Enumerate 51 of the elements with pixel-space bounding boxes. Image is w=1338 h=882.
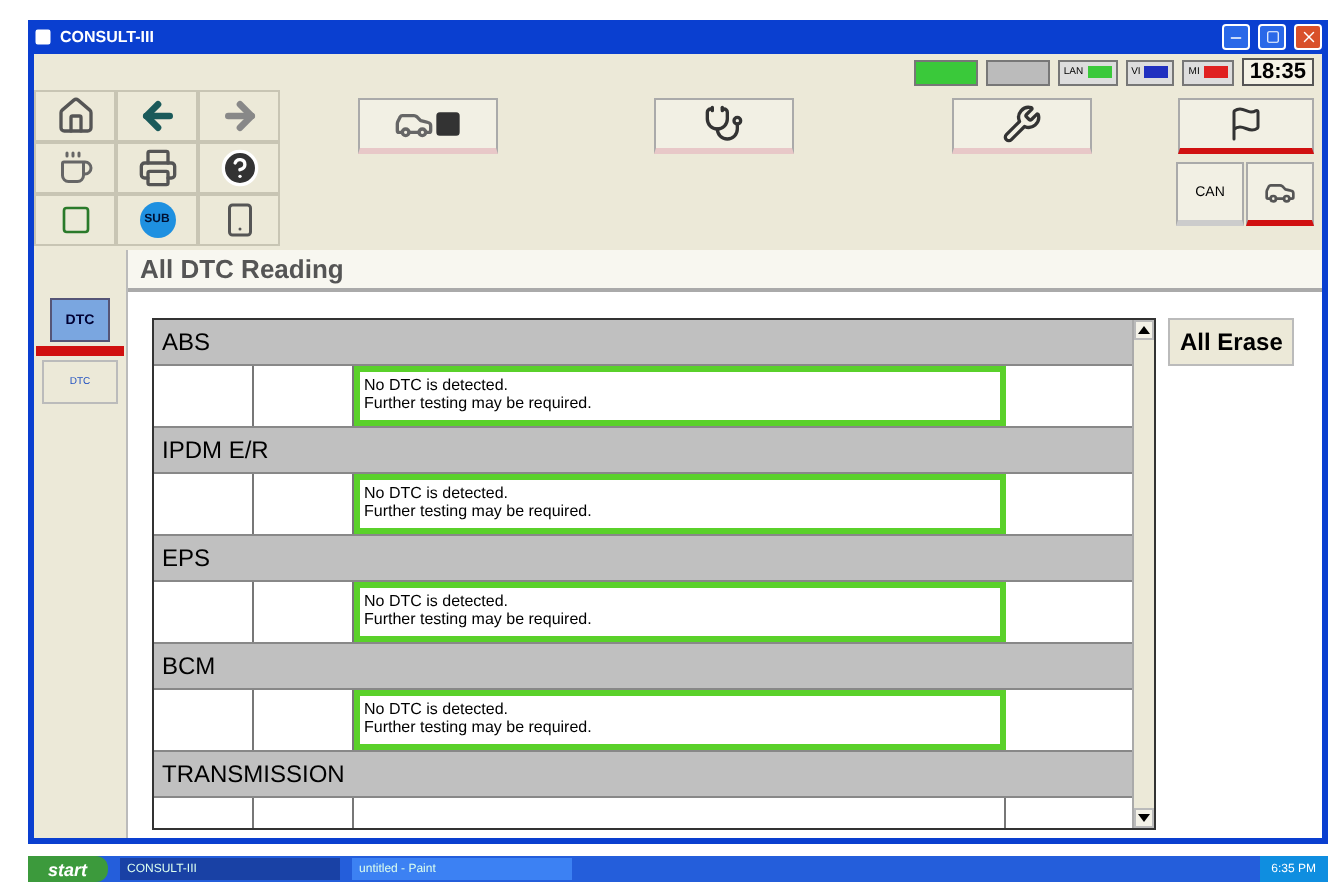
home-icon [55, 96, 95, 136]
flag-car-button[interactable] [1246, 162, 1314, 226]
module-header: ABS [154, 320, 1132, 366]
battery-icon [985, 59, 1050, 85]
connection-icon [913, 59, 978, 85]
module-header: IPDM E/R [154, 428, 1132, 474]
printer-icon [137, 148, 177, 188]
close-icon [1299, 28, 1317, 46]
back-button[interactable] [116, 90, 198, 142]
wrench-icon [1001, 104, 1042, 144]
window-icon [59, 204, 91, 236]
close-button[interactable] [1294, 24, 1322, 50]
print-button[interactable] [116, 142, 198, 194]
help-button[interactable] [198, 142, 280, 194]
all-erase-button[interactable]: All Erase [1168, 318, 1295, 366]
up-arrow-icon [1138, 326, 1150, 334]
module-header: BCM [154, 644, 1132, 690]
page-title: All DTC Reading [128, 250, 1322, 292]
minimize-button[interactable] [1222, 24, 1250, 50]
module-header: TRANSMISSION [154, 752, 1132, 798]
selection-bar [36, 346, 124, 356]
window-button[interactable] [34, 194, 116, 246]
stethoscope-icon [704, 104, 745, 144]
diagnosis-button[interactable] [654, 98, 795, 154]
dtc-message: No DTC is detected. Further testing may be required. [354, 690, 1006, 750]
dtc-message: No DTC is detected. Further testing may be required. [354, 474, 1006, 534]
down-arrow-icon [1138, 814, 1150, 822]
start-button[interactable]: start [28, 856, 108, 882]
app-icon [34, 28, 52, 46]
back-icon [137, 96, 177, 136]
flag-icon [1228, 106, 1264, 142]
flag-button[interactable] [1178, 98, 1314, 154]
coffee-cup-icon [57, 150, 93, 186]
dtc-message: No DTC is detected. Further testing may be required. [354, 582, 1006, 642]
maximize-button[interactable] [1258, 24, 1286, 50]
window-title: CONSULT-III [60, 28, 156, 46]
dtc-message: No DTC is detected. Further testing may be required. [354, 366, 1006, 426]
coffee-button[interactable] [34, 142, 116, 194]
home-button[interactable] [34, 90, 116, 142]
scroll-up-button[interactable] [1134, 320, 1154, 340]
vehicle-connect-button[interactable] [358, 98, 499, 154]
wrench-button[interactable] [951, 98, 1092, 154]
scroll-down-button[interactable] [1134, 808, 1154, 828]
display-icon [434, 110, 463, 138]
forward-icon [219, 96, 259, 136]
clock: 18:35 [1241, 58, 1314, 86]
scrollbar[interactable] [1132, 320, 1154, 828]
help-icon [219, 148, 259, 188]
phone-button[interactable] [198, 194, 280, 246]
maximize-icon [1265, 30, 1279, 44]
module-header: EPS [154, 536, 1132, 582]
